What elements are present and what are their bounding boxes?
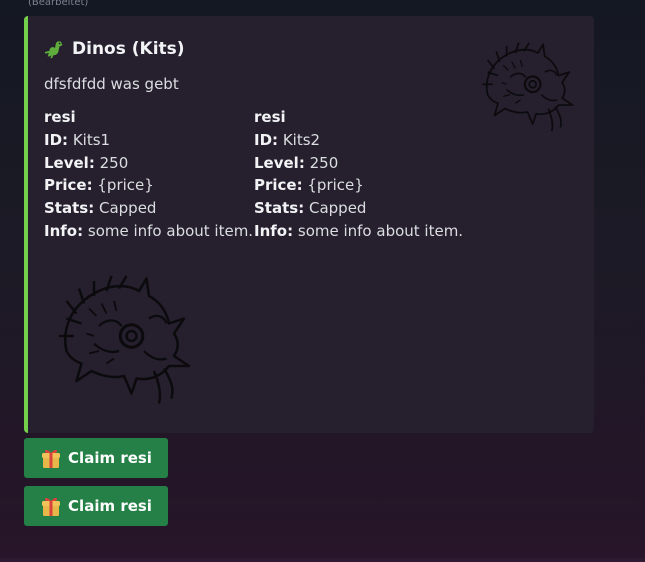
field-level-value: 250 (309, 153, 339, 172)
field-stats-value: Capped (308, 199, 367, 218)
field-stats-value: Capped (98, 199, 157, 218)
field-price-value: {price} (97, 176, 154, 195)
embed-title-text: Dinos (Kits) (72, 39, 185, 59)
embed-title: Dinos (Kits) (44, 38, 185, 60)
embed-image-dragon-icon[interactable] (44, 261, 194, 416)
field-price-row: Price: {price} (44, 174, 253, 197)
bottom-divider (0, 558, 645, 562)
field-info-value: some info about item. (87, 221, 254, 240)
field-id-row: ID: Kits2 (254, 129, 463, 152)
gift-icon (42, 449, 61, 468)
field-name: resi (254, 108, 286, 126)
field-price-label: Price: (44, 176, 93, 195)
field-price-label: Price: (254, 176, 303, 195)
field-info-row: Info: some info about item. (254, 220, 463, 243)
field-id-value: Kits2 (282, 130, 321, 149)
edited-label: (Bearbeitet) (28, 0, 89, 8)
field-stats-row: Stats: Capped (254, 197, 463, 220)
field-id-row: ID: Kits1 (44, 129, 253, 152)
field-price-value: {price} (307, 176, 364, 195)
field-level-value: 250 (99, 153, 129, 172)
field-stats-label: Stats: (44, 199, 95, 218)
embed-card: Dinos (Kits) dfsfdfdd was gebt resi ID: … (24, 16, 594, 433)
field-id-label: ID: (44, 130, 69, 149)
field-id-value: Kits1 (72, 130, 111, 149)
field-price-row: Price: {price} (254, 174, 463, 197)
field-info-row: Info: some info about item. (44, 220, 253, 243)
claim-resi-button[interactable]: Claim resi (24, 486, 168, 526)
dinosaur-icon (44, 40, 64, 60)
embed-field-2: resi ID: Kits2 Level: 250 Price: {price}… (254, 106, 463, 243)
claim-button-label: Claim resi (68, 449, 152, 467)
field-level-row: Level: 250 (254, 152, 463, 175)
claim-resi-button[interactable]: Claim resi (24, 438, 168, 478)
field-stats-label: Stats: (254, 199, 305, 218)
field-level-label: Level: (254, 153, 305, 172)
field-info-value: some info about item. (297, 221, 464, 240)
field-level-label: Level: (44, 153, 95, 172)
claim-button-label: Claim resi (68, 497, 152, 515)
field-id-label: ID: (254, 130, 279, 149)
embed-accent-bar (24, 16, 28, 433)
field-level-row: Level: 250 (44, 152, 253, 175)
gift-icon (42, 497, 61, 516)
field-info-label: Info: (44, 221, 84, 240)
embed-description: dfsfdfdd was gebt (44, 75, 179, 93)
embed-thumbnail-dragon-icon[interactable] (472, 34, 576, 138)
field-stats-row: Stats: Capped (44, 197, 253, 220)
embed-field-1: resi ID: Kits1 Level: 250 Price: {price}… (44, 106, 253, 243)
field-name: resi (44, 108, 76, 126)
field-info-label: Info: (254, 221, 294, 240)
